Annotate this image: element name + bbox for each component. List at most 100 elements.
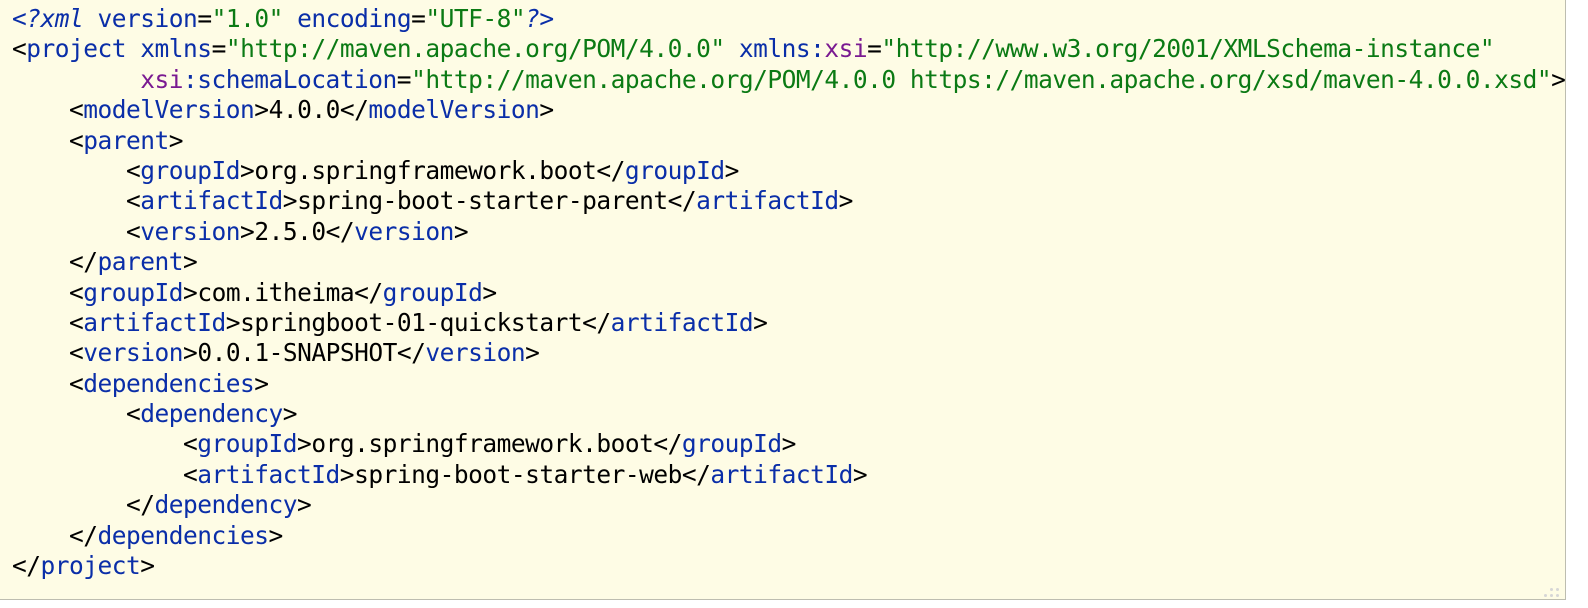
code-token-tag: artifactId (696, 186, 839, 216)
code-token-attr: :schemaLocation (183, 64, 397, 94)
code-token-bracket: > (482, 277, 497, 307)
code-token-bracket: > (183, 338, 198, 368)
code-token-tag: parent (83, 125, 169, 155)
code-token-eq: = (396, 64, 412, 94)
code-line: <groupId>com.itheima</groupId> (12, 278, 1565, 308)
code-token-text: com.itheima (197, 277, 355, 307)
code-token-eq: = (411, 4, 426, 33)
code-token-bracket: > (781, 429, 797, 459)
code-token-bracket: < (126, 399, 141, 429)
code-token-tag: dependency (154, 490, 298, 520)
code-token-value: "1.0" (211, 4, 284, 33)
code-line: <version>0.0.1-SNAPSHOT</version> (12, 338, 1565, 368)
code-token-bracket: </ (396, 338, 426, 368)
code-token-tag: groupId (83, 277, 184, 307)
code-token-text: 0.0.1-SNAPSHOT (197, 338, 397, 368)
code-line: <?xml version="1.0" encoding="UTF-8"?> (12, 4, 1565, 34)
code-token-tag: version (425, 338, 526, 368)
code-line: xsi:schemaLocation="http://maven.apache.… (12, 64, 1566, 95)
code-token-value: "http://www.w3.org/2001/XMLSchema-instan… (881, 34, 1495, 64)
code-token-bracket: < (69, 277, 84, 307)
code-token-bracket: < (69, 307, 84, 337)
code-token-tag: version (140, 216, 241, 246)
code-token-bracket: </ (126, 490, 155, 520)
code-token-bracket: > (140, 551, 155, 581)
code-token-pi: xml (40, 4, 84, 33)
code-token-bracket: </ (681, 459, 711, 489)
code-token-tag: project (26, 34, 127, 64)
code-line: <artifactId>spring-boot-starter-parent</… (12, 186, 1565, 216)
code-token-tag: artifactId (197, 459, 340, 489)
code-token-bracket: < (69, 95, 84, 125)
code-token-bracket: </ (339, 95, 369, 125)
code-line: <groupId>org.springframework.boot</group… (12, 429, 1565, 459)
code-token-bracket: > (254, 95, 269, 125)
resize-grip-icon (1544, 588, 1562, 598)
code-token-bracket: > (297, 429, 312, 459)
code-token-bracket: > (168, 125, 184, 155)
code-token-bracket: > (282, 186, 298, 216)
code-token-bracket: < (183, 429, 198, 459)
code-token-tag: groupId (624, 155, 725, 185)
code-token-bracket: > (297, 490, 312, 520)
code-line: <dependency> (12, 399, 1565, 429)
code-token-tag: groupId (382, 277, 483, 307)
code-token-bracket: < (126, 216, 141, 246)
code-line: <dependencies> (12, 369, 1565, 399)
code-token-tag: artifactId (710, 459, 853, 489)
code-token-bracket: > (453, 216, 469, 246)
code-token-pi: ?> (525, 4, 554, 33)
code-line: <artifactId>spring-boot-starter-web</art… (12, 460, 1565, 490)
code-token-tag: artifactId (140, 186, 283, 216)
code-line: </dependencies> (12, 521, 1565, 551)
code-token-bracket: </ (354, 277, 383, 307)
code-token-eq: = (211, 34, 227, 64)
code-token-value: "UTF-8" (425, 4, 526, 33)
code-token-bracket: < (69, 125, 84, 155)
code-token-tag: groupId (681, 429, 782, 459)
code-line: <modelVersion>4.0.0</modelVersion> (12, 95, 1565, 125)
code-token-bracket: > (254, 368, 269, 398)
code-token-eq: = (197, 4, 212, 33)
code-lines: <?xml version="1.0" encoding="UTF-8"?> <p… (12, 4, 1566, 581)
code-token-bracket: < (12, 34, 27, 64)
code-token-bracket: </ (653, 429, 682, 459)
code-token-pi: <? (12, 4, 41, 33)
code-token-value: "http://maven.apache.org/POM/4.0.0 https… (411, 64, 1552, 94)
code-token-text: 4.0.0 (268, 95, 341, 125)
code-token-bracket: > (753, 307, 768, 337)
code-token-bracket: < (126, 186, 141, 216)
code-token-tag: modelVersion (83, 95, 255, 125)
code-token-bracket: </ (667, 186, 697, 216)
code-line: </parent> (12, 247, 1565, 277)
code-token-tag: version (83, 338, 184, 368)
code-line: </project> (12, 551, 1565, 581)
code-token-bracket: </ (69, 247, 98, 277)
code-token-attr: xmlns: (738, 34, 825, 64)
code-token-ns: xsi (824, 34, 868, 64)
code-token-bracket: > (1551, 64, 1566, 94)
code-token-bracket: </ (596, 155, 625, 185)
code-token-bracket: < (183, 459, 198, 489)
code-line: <parent> (12, 126, 1565, 156)
code-token-tag: version (354, 216, 454, 246)
code-token-bracket: > (225, 307, 241, 337)
code-token-tag: dependencies (83, 368, 255, 398)
code-token-bracket: > (240, 155, 255, 185)
code-token-bracket: > (339, 459, 355, 489)
code-line: <project xmlns="http://maven.apache.org/… (12, 34, 1565, 64)
code-token-bracket: < (69, 368, 84, 398)
code-editor[interactable]: <?xml version="1.0" encoding="UTF-8"?> <p… (0, 0, 1566, 600)
code-token-bracket: < (69, 338, 84, 368)
